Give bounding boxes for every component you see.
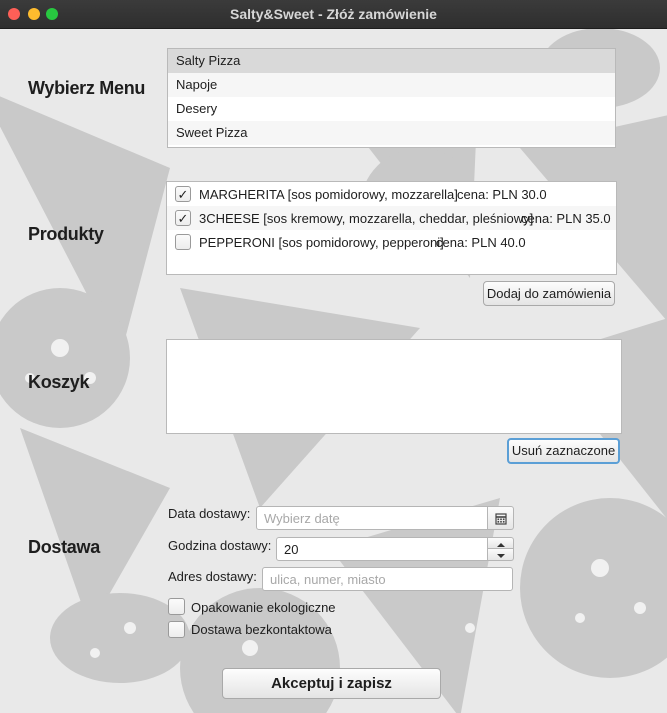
eco-packaging-label: Opakowanie ekologiczne	[191, 600, 336, 615]
product-row-margherita[interactable]: ✓ MARGHERITA [sos pomidorowy, mozzarella…	[167, 182, 616, 206]
section-label-cart: Koszyk	[28, 372, 90, 392]
section-label-menu: Wybierz Menu	[28, 78, 146, 98]
product-checkbox-pepperoni[interactable]	[175, 234, 191, 250]
contactless-delivery-checkbox[interactable]	[168, 621, 185, 638]
product-checkbox-margherita[interactable]: ✓	[175, 186, 191, 202]
product-price: cena: PLN 30.0	[457, 187, 547, 202]
delivery-address-field[interactable]	[262, 567, 513, 591]
cart-list[interactable]	[166, 339, 622, 434]
delivery-date-field[interactable]	[256, 506, 488, 530]
product-checkbox-3cheese[interactable]: ✓	[175, 210, 191, 226]
delivery-address-label: Adres dostawy:	[168, 569, 257, 584]
product-row-pepperoni[interactable]: PEPPERONI [sos pomidorowy, pepperoni] ce…	[167, 230, 616, 254]
delivery-date-label: Data dostawy:	[168, 506, 251, 521]
product-name: 3CHEESE [sos kremowy, mozzarella, chedda…	[199, 211, 534, 226]
title-bar: Salty&Sweet - Złóż zamówienie	[0, 0, 667, 29]
window-title: Salty&Sweet - Złóż zamówienie	[230, 6, 437, 22]
product-name: MARGHERITA [sos pomidorowy, mozzarella]	[199, 187, 458, 202]
accept-and-save-button[interactable]: Akceptuj i zapisz	[222, 668, 441, 699]
section-label-delivery: Dostawa	[28, 537, 100, 557]
contactless-delivery-label: Dostawa bezkontaktowa	[191, 622, 332, 637]
order-window: Salty&Sweet - Złóż zamówienie Wybierz Me…	[0, 0, 667, 713]
delivery-hour-label: Godzina dostawy:	[168, 538, 272, 553]
menu-item-napoje[interactable]: Napoje	[168, 73, 615, 97]
menu-item-desery[interactable]: Desery	[168, 97, 615, 121]
date-picker-button[interactable]	[488, 506, 514, 530]
product-price: cena: PLN 40.0	[436, 235, 526, 250]
products-list[interactable]: ✓ MARGHERITA [sos pomidorowy, mozzarella…	[166, 181, 617, 275]
add-to-order-button[interactable]: Dodaj do zamówienia	[483, 281, 615, 306]
section-label-products: Produkty	[28, 224, 104, 244]
delivery-hour-spinner[interactable]	[276, 537, 488, 561]
hour-increment-button[interactable]	[488, 537, 514, 549]
product-row-3cheese[interactable]: ✓ 3CHEESE [sos kremowy, mozzarella, ched…	[167, 206, 616, 230]
calendar-icon	[495, 513, 507, 525]
remove-selected-button[interactable]: Usuń zaznaczone	[507, 438, 620, 464]
chevron-down-icon	[497, 554, 505, 558]
product-price: cena: PLN 35.0	[521, 211, 611, 226]
product-name: PEPPERONI [sos pomidorowy, pepperoni]	[199, 235, 444, 250]
menu-list[interactable]: Salty Pizza Napoje Desery Sweet Pizza	[167, 48, 616, 148]
menu-item-sweet-pizza[interactable]: Sweet Pizza	[168, 121, 615, 145]
hour-decrement-button[interactable]	[488, 549, 514, 561]
menu-item-salty-pizza[interactable]: Salty Pizza	[168, 49, 615, 73]
eco-packaging-checkbox[interactable]	[168, 598, 185, 615]
